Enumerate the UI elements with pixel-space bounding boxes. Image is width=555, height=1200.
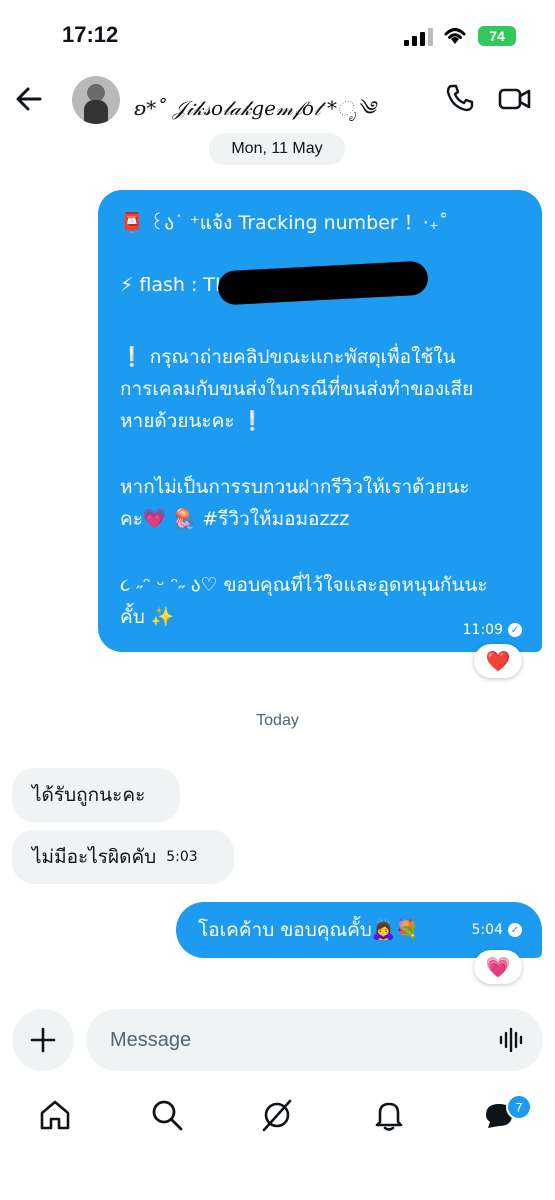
- read-check-icon: ✓: [508, 923, 522, 937]
- sent-message-bubble[interactable]: 📮 ꒰ა˙ ⁺แจ้ง Tracking number ！‧₊˚ ⚡ flash…: [98, 190, 542, 652]
- message-composer[interactable]: [86, 1009, 543, 1071]
- home-icon[interactable]: [38, 1098, 72, 1132]
- signal-icon: [404, 28, 433, 46]
- message-text: ได้รับถูกนะคะ: [32, 784, 146, 806]
- message-timestamp: 5:04 ✓: [472, 922, 522, 938]
- reaction-badge[interactable]: ❤️: [474, 644, 522, 678]
- battery-indicator: 74: [478, 26, 516, 46]
- timestamp-text: 5:04: [471, 922, 503, 938]
- status-time: 17:12: [62, 22, 119, 47]
- message-line: ૮ ˶ᵔ ᵕ ᵔ˶ ა♡ ขอบคุณที่ไว้ใจและอุดหนุนกัน…: [120, 574, 488, 596]
- message-line: การเคลมกับขนส่งในกรณีที่ขนส่งทำของเสีย: [120, 378, 474, 400]
- message-input[interactable]: [108, 1027, 472, 1053]
- date-separator: Mon, 11 May: [209, 133, 345, 165]
- timestamp-text: 11:09: [462, 622, 503, 638]
- phone-icon[interactable]: [444, 82, 476, 114]
- grok-icon[interactable]: [260, 1098, 294, 1132]
- message-line: ❕ กรุณาถ่ายคลิปขณะแกะพัสดุเพื่อใช้ใน: [120, 346, 456, 368]
- read-check-icon: ✓: [508, 623, 522, 637]
- wifi-icon: [444, 28, 466, 44]
- date-separator-today: Today: [256, 712, 299, 729]
- message-line: คะ💗 🪼 #รีวิวให้มอมอzzz: [120, 508, 350, 530]
- messages-badge: 7: [506, 1094, 532, 1120]
- video-icon[interactable]: [498, 84, 532, 114]
- back-arrow-icon[interactable]: [14, 84, 44, 114]
- received-message-bubble[interactable]: ได้รับถูกนะคะ: [12, 768, 180, 822]
- message-line: คั้บ ✨: [120, 606, 175, 628]
- avatar[interactable]: [72, 76, 120, 124]
- received-message-bubble[interactable]: ไม่มีอะไรผิดคับ 5:03: [12, 830, 234, 884]
- plus-icon: [30, 1027, 56, 1053]
- message-timestamp: 5:03: [166, 849, 198, 865]
- reaction-badge[interactable]: 💗: [474, 950, 522, 984]
- bell-icon[interactable]: [372, 1098, 406, 1132]
- message-line: หากไม่เป็นการรบกวนฝากรีวิวให้เราด้วยนะ: [120, 476, 470, 498]
- message-line: ⚡ flash : TH: [120, 274, 230, 296]
- message-text: ไม่มีอะไรผิดคับ: [32, 846, 157, 868]
- message-line: 📮 ꒰ა˙ ⁺แจ้ง Tracking number ！‧₊˚: [120, 212, 449, 234]
- redaction-mark: [217, 260, 429, 306]
- message-line: หายด้วยนะคะ ❕: [120, 410, 265, 432]
- message-timestamp: 11:09 ✓: [463, 622, 522, 638]
- message-text: โอเคค้าบ ขอบคุณคั้บ🙇‍♀️💐: [198, 919, 420, 941]
- add-attachment-button[interactable]: [12, 1009, 74, 1071]
- search-icon[interactable]: [150, 1098, 184, 1132]
- voice-icon[interactable]: [499, 1027, 525, 1053]
